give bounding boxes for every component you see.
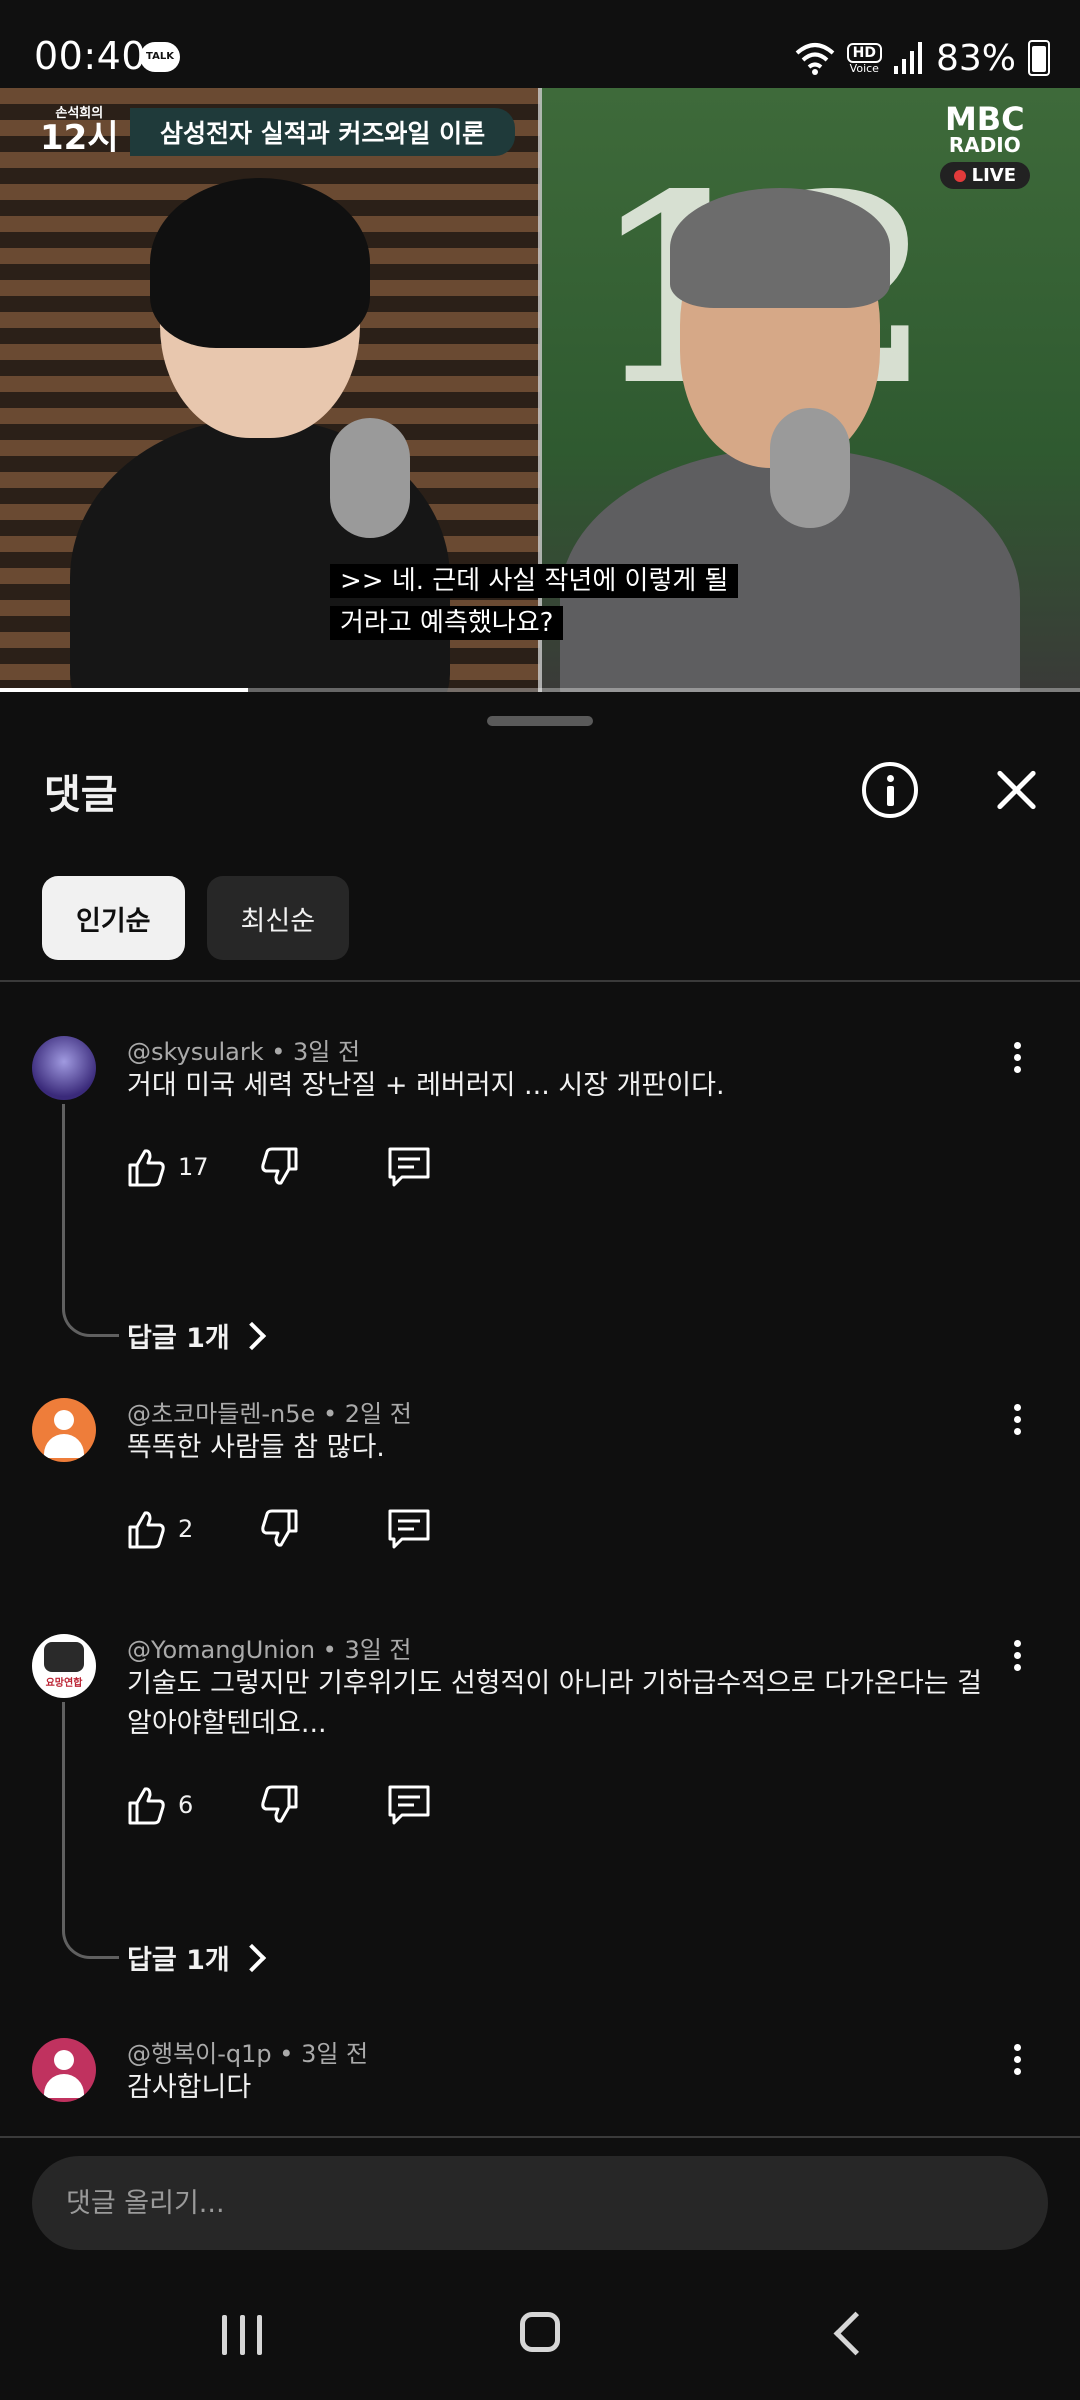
dislike-button[interactable] [258,1507,302,1551]
comment-input[interactable] [32,2156,1048,2250]
comment-meta: @행복이-q1p • 3일 전 [127,2040,369,2068]
recent-apps-icon[interactable] [222,2315,262,2355]
comment-text: 감사합니다 [127,2072,252,2103]
comment-text: 거대 미국 세력 장난질 + 레버러지 ... 시장 개판이다. [127,1070,725,1101]
comment-text: 기술도 그렇지만 기후위기도 선형적이 아니라 기하급수적으로 다가온다는 걸 … [127,1668,982,1739]
sort-chips: 인기순 최신순 [42,876,350,960]
status-bar: 00:40 TALK HD Voice 83% [0,0,1080,88]
comment-icon [388,1509,430,1549]
comment-time: 2일 전 [344,1400,412,1428]
info-icon[interactable] [862,762,918,818]
thumbs-up-icon [128,1149,165,1187]
comments-sheet: 댓글 인기순 최신순 @skysulark • 3일 전 거대 미국 세력 장난… [0,692,1080,2145]
like-count: 6 [178,1791,194,1819]
more-options-icon[interactable] [1012,1404,1022,1444]
reply-button[interactable] [386,1145,432,1189]
wifi-icon [795,43,834,75]
comment-author[interactable]: @skysulark [127,1038,264,1066]
more-options-icon[interactable] [1012,1042,1022,1082]
more-options-icon[interactable] [1012,1640,1022,1680]
comment-actions: 17 [124,1142,432,1192]
avatar[interactable]: 요망연합 [32,1634,96,1698]
chevron-right-icon [237,1321,266,1350]
comment-author[interactable]: @YomangUnion [127,1636,315,1664]
voice-label: Voice [849,61,879,75]
comment-author[interactable]: @행복이-q1p [127,2040,272,2068]
signal-icon [893,42,922,74]
status-icons: HD Voice 83% [795,37,1050,79]
host-left-hair [150,178,370,348]
comment-time: 3일 전 [293,1038,361,1066]
dislike-button[interactable] [258,1783,302,1827]
reply-button[interactable] [386,1507,432,1551]
comment-actions: 2 [124,1504,432,1554]
chip-newest[interactable]: 최신순 [206,876,350,960]
comment-time: 3일 전 [301,2040,369,2068]
hd-label: HD [846,42,882,63]
comment-meta: @초코마들렌-n5e • 2일 전 [127,1400,412,1428]
comment-input-container [32,2156,1048,2250]
dislike-button[interactable] [258,1145,302,1189]
chip-top[interactable]: 인기순 [42,876,185,960]
like-button[interactable]: 2 [124,1507,248,1551]
comment-icon [388,1147,430,1187]
avatar[interactable] [32,1036,96,1100]
live-label: LIVE [971,165,1016,186]
comment-text: 똑똑한 사람들 참 많다. [127,1432,385,1463]
close-icon[interactable] [990,764,1042,816]
comment-time: 3일 전 [344,1636,412,1664]
comment-author[interactable]: @초코마들렌-n5e [127,1400,315,1428]
chevron-right-icon [237,1943,266,1972]
reply-button[interactable] [386,1783,432,1827]
avatar[interactable] [32,2038,96,2102]
comment-meta: @skysulark • 3일 전 [127,1038,361,1066]
thread-line [62,1104,119,1337]
more-options-icon[interactable] [1012,2044,1022,2084]
divider [0,980,1080,982]
replies-label: 답글 1개 [127,1945,230,1976]
like-button[interactable]: 17 [124,1145,248,1189]
back-icon[interactable] [833,2311,878,2356]
live-dot-icon [953,169,966,182]
video-player[interactable]: 12시 손석희의 12시 삼성전자 실적과 커즈와일 이론 MBC RADIO … [0,88,1080,692]
microphone-icon [330,418,410,538]
battery-icon [1028,40,1050,76]
thumbs-down-icon [261,1147,298,1185]
drag-handle[interactable] [487,716,593,726]
avatar[interactable] [32,1398,96,1462]
thumbs-down-icon [261,1509,298,1547]
home-icon[interactable] [520,2312,560,2352]
replies-label: 답글 1개 [127,1323,230,1354]
like-count: 17 [178,1153,209,1181]
station-logo-radio: RADIO [948,133,1021,157]
comment-actions: 6 [124,1780,432,1830]
thumbs-down-icon [261,1785,298,1823]
like-button[interactable]: 6 [124,1783,248,1827]
like-count: 2 [178,1515,194,1543]
view-replies-button[interactable]: 답글 1개 [127,1316,266,1355]
live-badge: LIVE [939,162,1030,189]
divider [0,2136,1080,2138]
comment-meta: @YomangUnion • 3일 전 [127,1636,412,1664]
comments-title: 댓글 [44,772,118,818]
station-logo: MBC RADIO LIVE [939,100,1030,189]
comment-icon [388,1785,430,1825]
battery-percent: 83% [935,37,1016,79]
kakaotalk-notification-icon: TALK [140,42,180,72]
system-nav-bar [0,2270,1080,2400]
hd-voice-icon: HD Voice [846,42,882,75]
station-logo-mbc: MBC [944,100,1025,138]
thumbs-up-icon [128,1787,165,1825]
status-time: 00:40 [34,34,147,78]
thread-line [62,1702,119,1959]
caption-text: >> 네. 근데 사실 작년에 이렇게 될 거라고 예측했나요? [330,564,739,640]
thumbs-up-icon [128,1511,165,1549]
video-caption: >> 네. 근데 사실 작년에 이렇게 될 거라고 예측했나요? [330,560,750,644]
show-logo: 손석희의 12시 [40,102,119,155]
microphone-icon [770,408,850,528]
view-replies-button[interactable]: 답글 1개 [127,1938,266,1977]
host-right-hair [670,188,890,308]
video-topic-banner: 삼성전자 실적과 커즈와일 이론 [130,108,516,156]
show-logo-num: 12시 [40,118,119,158]
